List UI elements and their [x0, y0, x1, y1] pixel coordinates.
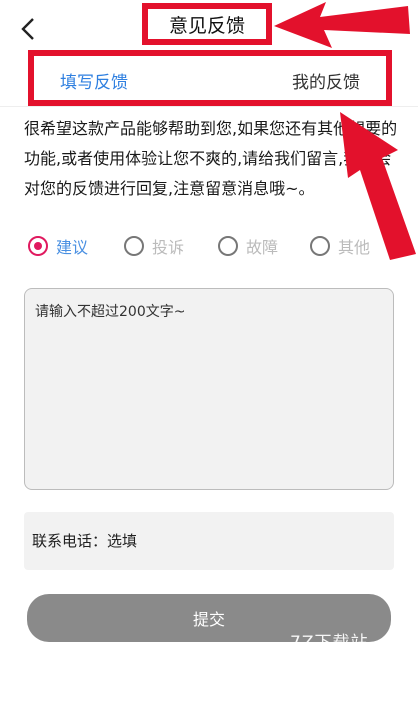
- submit-button[interactable]: 提交: [27, 594, 391, 642]
- feedback-content-box: [24, 288, 394, 490]
- radio-complaint[interactable]: 投诉: [124, 234, 184, 258]
- page-title: 意见反馈: [142, 3, 272, 45]
- header-divider: [0, 106, 418, 107]
- tab-my-feedback[interactable]: 我的反馈: [292, 68, 360, 93]
- radio-unchecked-icon: [310, 236, 330, 256]
- radio-suggestion[interactable]: 建议: [28, 234, 88, 258]
- radio-fault[interactable]: 故障: [218, 234, 278, 258]
- phone-input[interactable]: [24, 512, 394, 570]
- radio-other[interactable]: 其他: [310, 234, 370, 258]
- feedback-type-group: 建议 投诉 故障 其他: [28, 234, 388, 264]
- radio-label: 其他: [338, 238, 371, 257]
- page-title-text: 意见反馈: [168, 14, 245, 37]
- feedback-description: 很希望这款产品能够帮助到您,如果您还有其他想要的功能,或者使用体验让您不爽的,请…: [24, 119, 398, 198]
- back-button[interactable]: [14, 14, 42, 44]
- tab-write-feedback[interactable]: 填写反馈: [60, 68, 128, 93]
- feedback-content-input[interactable]: [25, 289, 393, 489]
- radio-label: 建议: [56, 238, 89, 257]
- chevron-left-icon: [21, 18, 34, 40]
- tab-bar: 填写反馈 我的反馈: [28, 50, 392, 106]
- radio-label: 投诉: [152, 238, 185, 257]
- phone-field-box: [24, 512, 394, 570]
- radio-unchecked-icon: [218, 236, 238, 256]
- radio-unchecked-icon: [124, 236, 144, 256]
- radio-label: 故障: [246, 238, 279, 257]
- radio-checked-icon: [28, 236, 48, 256]
